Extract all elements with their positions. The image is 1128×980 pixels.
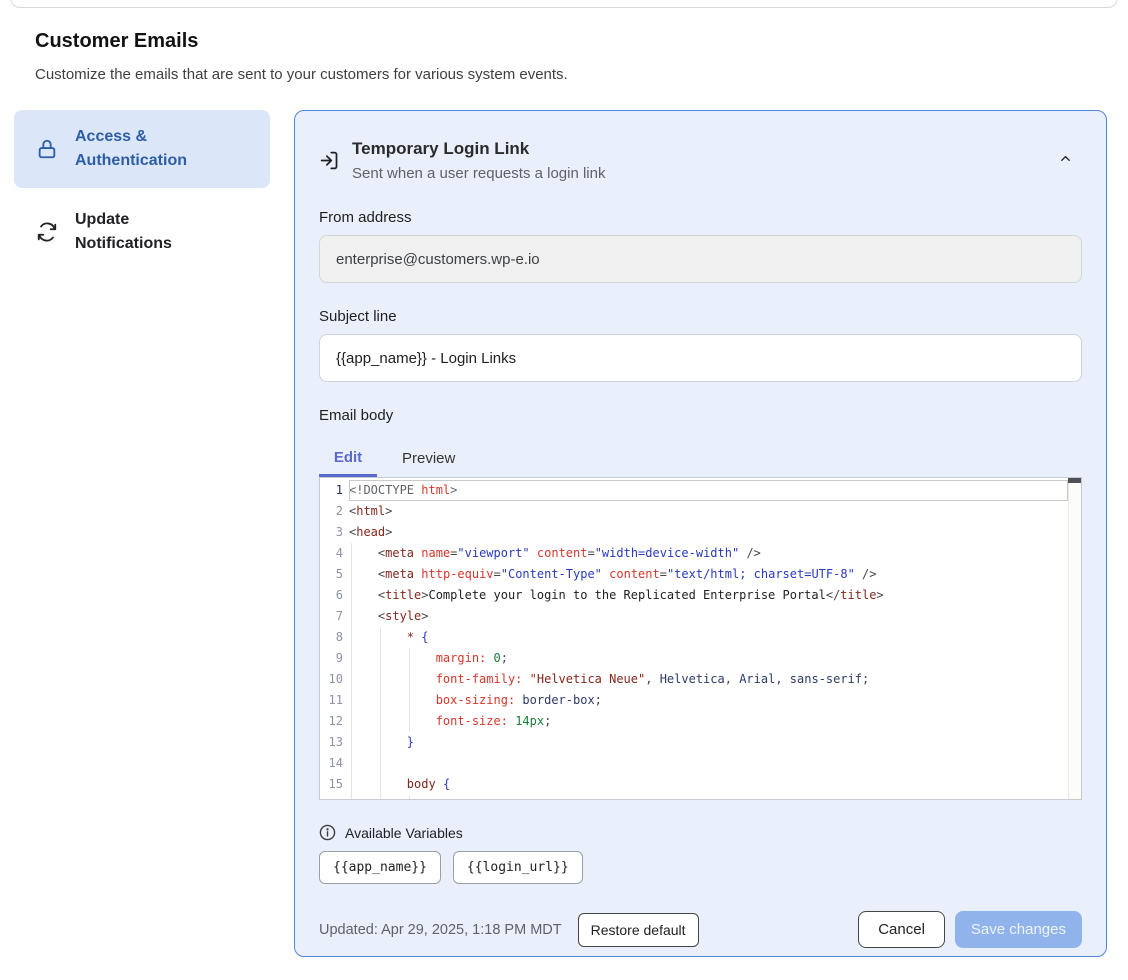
customer-emails-page: Customer Emails Customize the emails tha…	[0, 0, 1128, 980]
code-line[interactable]: 13 }	[320, 732, 1081, 753]
page-subtitle: Customize the emails that are sent to yo…	[35, 66, 568, 83]
code-line[interactable]: 5 <meta http-equiv="Content-Type" conten…	[320, 564, 1081, 585]
updated-timestamp: Updated: Apr 29, 2025, 1:18 PM MDT	[319, 922, 562, 938]
cancel-button[interactable]: Cancel	[858, 911, 945, 948]
code-line[interactable]: 2<html>	[320, 501, 1081, 522]
sidebar-item-update-notifications[interactable]: Update Notifications	[14, 208, 270, 256]
save-changes-button[interactable]: Save changes	[955, 911, 1082, 948]
refresh-icon	[36, 221, 58, 243]
restore-default-button[interactable]: Restore default	[578, 913, 699, 947]
code-line[interactable]: 14	[320, 753, 1081, 774]
line-number: 4	[320, 543, 349, 564]
lock-icon	[36, 138, 58, 160]
chevron-up-icon	[1058, 151, 1073, 166]
from-address-input[interactable]	[319, 235, 1082, 283]
email-body-label: Email body	[319, 407, 1082, 424]
line-number: 16	[320, 795, 349, 800]
from-address-label: From address	[319, 209, 1082, 226]
line-number: 1	[320, 480, 349, 501]
tab-preview[interactable]: Preview	[390, 440, 467, 477]
email-types-sidebar: Access & Authentication Update Notificat…	[14, 110, 270, 256]
line-number: 2	[320, 501, 349, 522]
line-number: 7	[320, 606, 349, 627]
line-number: 8	[320, 627, 349, 648]
sidebar-item-label: Access & Authentication	[75, 125, 225, 173]
variable-chip[interactable]: {{app_name}}	[319, 851, 441, 884]
login-icon	[319, 150, 340, 184]
variable-chips: {{app_name}} {{login_url}}	[319, 851, 1082, 884]
code-line[interactable]: 8 * {	[320, 627, 1081, 648]
code-line[interactable]: 9 margin: 0;	[320, 648, 1081, 669]
code-line[interactable]: 11 box-sizing: border-box;	[320, 690, 1081, 711]
line-number: 12	[320, 711, 349, 732]
code-editor-lines: 1<!DOCTYPE html>2<html>3<head>4 <meta na…	[320, 480, 1081, 800]
code-line[interactable]: 4 <meta name="viewport" content="width=d…	[320, 543, 1081, 564]
code-line[interactable]: 6 <title>Complete your login to the Repl…	[320, 585, 1081, 606]
tab-edit[interactable]: Edit	[319, 440, 377, 477]
line-number: 3	[320, 522, 349, 543]
email-body-tabs: Edit Preview	[319, 440, 1082, 477]
line-number: 13	[320, 732, 349, 753]
card-header: Temporary Login Link Sent when a user re…	[319, 137, 1082, 184]
code-line[interactable]: 1<!DOCTYPE html>	[320, 480, 1081, 501]
code-line[interactable]: 15 body {	[320, 774, 1081, 795]
code-line[interactable]: 10 font-family: "Helvetica Neue", Helvet…	[320, 669, 1081, 690]
line-number: 5	[320, 564, 349, 585]
editor-scrollbar-track[interactable]	[1068, 478, 1081, 799]
code-line[interactable]: 16 background-color: #ffffff;	[320, 795, 1081, 800]
card-title: Temporary Login Link	[352, 137, 605, 161]
available-variables-label: Available Variables	[345, 825, 463, 841]
card-footer: Updated: Apr 29, 2025, 1:18 PM MDT Resto…	[319, 911, 1082, 948]
variable-chip[interactable]: {{login_url}}	[453, 851, 583, 884]
page-title: Customer Emails	[35, 30, 198, 53]
code-line[interactable]: 3<head>	[320, 522, 1081, 543]
sidebar-item-label: Update Notifications	[75, 208, 225, 256]
subject-line-label: Subject line	[319, 308, 1082, 325]
available-variables-header: Available Variables	[319, 824, 1082, 841]
line-number: 10	[320, 669, 349, 690]
collapse-button[interactable]	[1052, 145, 1078, 171]
info-icon	[319, 824, 336, 841]
subject-line-input[interactable]	[319, 334, 1082, 382]
line-number: 14	[320, 753, 349, 774]
previous-card-edge	[10, 0, 1118, 8]
line-number: 11	[320, 690, 349, 711]
card-subtitle: Sent when a user requests a login link	[352, 163, 605, 184]
code-line[interactable]: 12 font-size: 14px;	[320, 711, 1081, 732]
temporary-login-link-card: Temporary Login Link Sent when a user re…	[294, 110, 1107, 957]
line-number: 15	[320, 774, 349, 795]
editor-scrollbar-thumb[interactable]	[1068, 478, 1081, 483]
sidebar-item-access-authentication[interactable]: Access & Authentication	[14, 110, 270, 188]
line-number: 6	[320, 585, 349, 606]
line-number: 9	[320, 648, 349, 669]
code-line[interactable]: 7 <style>	[320, 606, 1081, 627]
code-editor[interactable]: 1<!DOCTYPE html>2<html>3<head>4 <meta na…	[319, 477, 1082, 800]
